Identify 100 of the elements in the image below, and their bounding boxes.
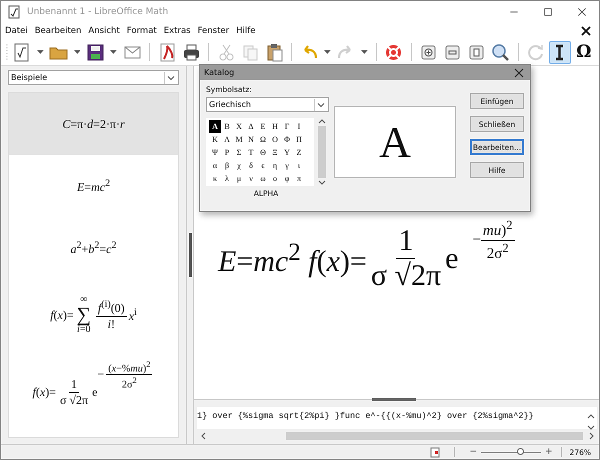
symbol-cell[interactable]: η (269, 159, 281, 172)
formula-text: E=mc$^{2}$ (76, 178, 110, 194)
symbol-set-dropdown[interactable]: Griechisch (206, 97, 329, 112)
scroll-up-icon[interactable] (318, 118, 326, 124)
symbol-cell[interactable]: ϵ (257, 159, 269, 172)
formula-text: C=π·d=2·π·r (62, 116, 125, 132)
splitter-handle[interactable] (188, 233, 192, 277)
symbol-cell[interactable]: Β (221, 120, 233, 133)
scroll-thumb[interactable] (286, 432, 583, 440)
clipboard-icon (264, 42, 284, 62)
symbol-cell[interactable]: Τ (245, 146, 257, 159)
formula-text: f(x)= (50, 308, 74, 322)
scrollbar[interactable] (200, 431, 595, 441)
formula-item[interactable]: C=π·d=2·π·r (9, 93, 178, 155)
scroll-thumb[interactable] (318, 126, 326, 178)
toolbar-grip-icon (5, 42, 9, 62)
scroll-down-icon[interactable] (318, 180, 326, 186)
symbol-cell[interactable]: Υ (281, 146, 293, 159)
scroll-up-icon[interactable] (587, 413, 595, 419)
symbol-cell[interactable]: λ (221, 172, 233, 185)
symbol-cell[interactable]: Η (269, 120, 281, 133)
sum-sign: ∑ (76, 305, 91, 325)
symbol-cell[interactable]: Κ (209, 133, 221, 146)
symbol-cell[interactable]: Ε (257, 120, 269, 133)
menu-item[interactable]: Bearbeiten (34, 26, 82, 36)
formula-text: e (92, 384, 98, 400)
upper-limit: ∞ (80, 295, 88, 305)
scroll-left-icon[interactable] (200, 432, 206, 440)
command-editor[interactable]: 1} over {%sigma sqrt{2%pi} }func e^-{{(x-%mu)^2} over {2%sigma^2}} (197, 407, 597, 429)
symbol-cell[interactable]: Ν (245, 133, 257, 146)
close-icon[interactable] (514, 68, 524, 78)
symbol-cell[interactable]: Δ (245, 120, 257, 133)
symbol-cell[interactable]: Ψ (209, 146, 221, 159)
elements-dropdown[interactable]: Beispiele (8, 70, 179, 85)
caret-icon[interactable] (324, 50, 331, 54)
zoom-out-button[interactable]: − (469, 447, 477, 457)
denominator: σ √2π (58, 392, 90, 408)
symbol-cell[interactable]: Ω (257, 133, 269, 146)
symbol-cell[interactable]: Χ (233, 120, 245, 133)
symbol-cell[interactable]: Ζ (293, 146, 305, 159)
symbol-cell[interactable]: Ι (293, 120, 305, 133)
menu-item[interactable]: Ansicht (88, 26, 120, 36)
menu-item[interactable]: Format (126, 26, 157, 36)
chevron-down-icon (314, 98, 327, 110)
app-icon (7, 5, 21, 19)
page-icon (467, 42, 486, 62)
symbol-cell[interactable]: δ (245, 159, 257, 172)
symbol-cell[interactable]: Φ (281, 133, 293, 146)
symbol-cell[interactable]: Μ (233, 133, 245, 146)
symbol-cell[interactable]: γ (281, 159, 293, 172)
symbol-cell[interactable]: Π (293, 133, 305, 146)
symbol-cell[interactable]: Ξ (269, 146, 281, 159)
symbol-cell[interactable]: ν (245, 172, 257, 185)
scrollbar[interactable] (317, 118, 326, 186)
symbol-cell[interactable]: β (221, 159, 233, 172)
menu-item[interactable]: Extras (164, 26, 191, 36)
zoom-in-button[interactable]: + (545, 447, 553, 457)
symbol-preview: Α (334, 106, 456, 178)
symbol-cell[interactable]: α (209, 159, 221, 172)
menu-item[interactable]: Hilfe (236, 26, 256, 36)
formula-item[interactable]: a$^{2}$+b$^{2}$=c$^{2}$ (9, 217, 178, 279)
denominator: 2σ$^{2}$ (120, 374, 138, 390)
symbol-cell[interactable]: κ (209, 172, 221, 185)
slider-thumb[interactable] (517, 448, 524, 455)
symbol-cell[interactable]: Σ (233, 146, 245, 159)
symbol-cell[interactable]: ω (257, 172, 269, 185)
caret-icon[interactable] (74, 50, 80, 54)
scroll-down-icon[interactable] (587, 425, 595, 431)
menu-item[interactable]: Fenster (198, 26, 230, 36)
text-cursor-button[interactable] (548, 40, 571, 64)
formula-document-icon (12, 42, 32, 62)
symbol-cell[interactable]: Ρ (221, 146, 233, 159)
printer-icon (182, 42, 201, 62)
minus-sign: − (97, 366, 104, 382)
denominator: σ √2π (370, 259, 442, 293)
zoom-out-icon (443, 42, 462, 62)
scroll-right-icon[interactable] (589, 432, 595, 440)
menu-item[interactable]: Datei (5, 26, 28, 36)
symbol-cell[interactable]: Γ (281, 120, 293, 133)
close-document-icon[interactable] (581, 26, 591, 36)
symbol-cell[interactable]: φ (281, 172, 293, 185)
caret-icon[interactable] (110, 50, 118, 54)
zoom-slider[interactable] (481, 448, 541, 456)
symbol-cell[interactable]: μ (233, 172, 245, 185)
symbol-cell[interactable]: π (293, 172, 305, 185)
symbol-cell[interactable]: ο (269, 172, 281, 185)
symbol-cell[interactable]: Θ (257, 146, 269, 159)
copy-icon (240, 42, 260, 62)
symbol-cell[interactable]: ι (293, 159, 305, 172)
symbol-cell[interactable]: Α (209, 120, 221, 133)
formula-item[interactable]: E=mc$^{2}$ (9, 155, 178, 217)
symbols-button[interactable]: Ω (572, 40, 595, 64)
symbol-cell[interactable]: Λ (221, 133, 233, 146)
denominator: i! (106, 316, 116, 332)
caret-icon[interactable] (36, 50, 44, 54)
resize-handle[interactable] (372, 398, 416, 401)
formula-text: f(x)= (32, 384, 56, 400)
symbol-cell[interactable]: Ο (269, 133, 281, 146)
symbol-cell[interactable]: χ (233, 159, 245, 172)
formula-text: x$^{i}$ (128, 306, 137, 324)
